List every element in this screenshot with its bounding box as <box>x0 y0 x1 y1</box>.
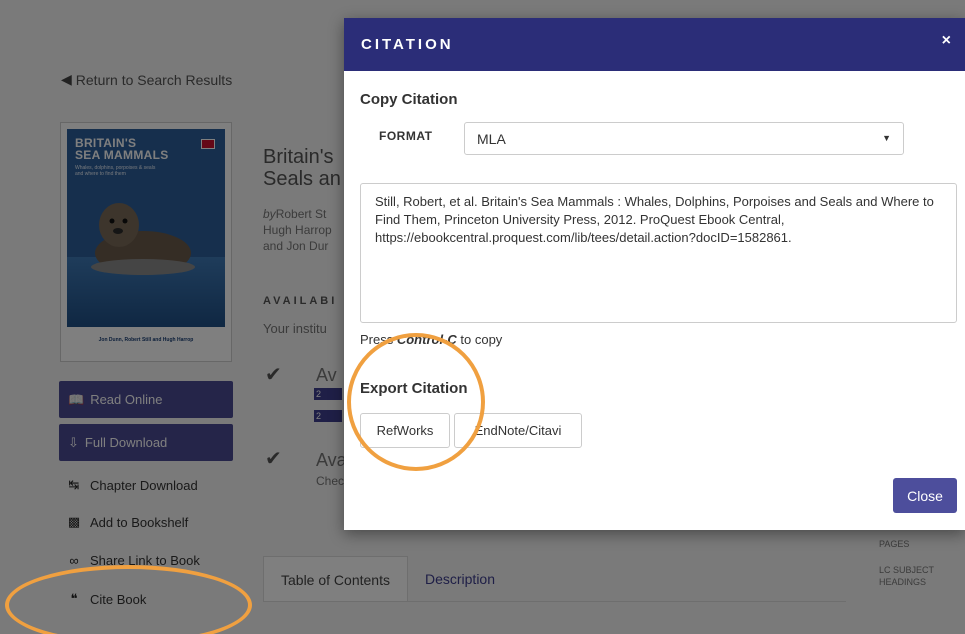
modal-title: CITATION <box>361 36 454 53</box>
format-select[interactable]: MLA ▼ <box>464 122 904 155</box>
export-citation-heading: Export Citation <box>360 380 468 397</box>
citation-modal: CITATION × Copy Citation FORMAT MLA ▼ St… <box>344 18 965 530</box>
modal-header: CITATION × <box>344 18 965 71</box>
close-button[interactable]: Close <box>893 478 957 513</box>
refworks-button[interactable]: RefWorks <box>360 413 450 448</box>
chevron-down-icon: ▼ <box>882 133 891 143</box>
citation-textarea[interactable]: Still, Robert, et al. Britain's Sea Mamm… <box>360 183 957 323</box>
copy-citation-heading: Copy Citation <box>360 91 458 108</box>
format-label: FORMAT <box>379 129 433 143</box>
format-selected-value: MLA <box>477 130 506 147</box>
endnote-citavi-button[interactable]: EndNote/Citavi <box>454 413 582 448</box>
copy-hint: Press Control-C to copy <box>360 332 503 347</box>
close-icon[interactable]: × <box>942 32 951 50</box>
